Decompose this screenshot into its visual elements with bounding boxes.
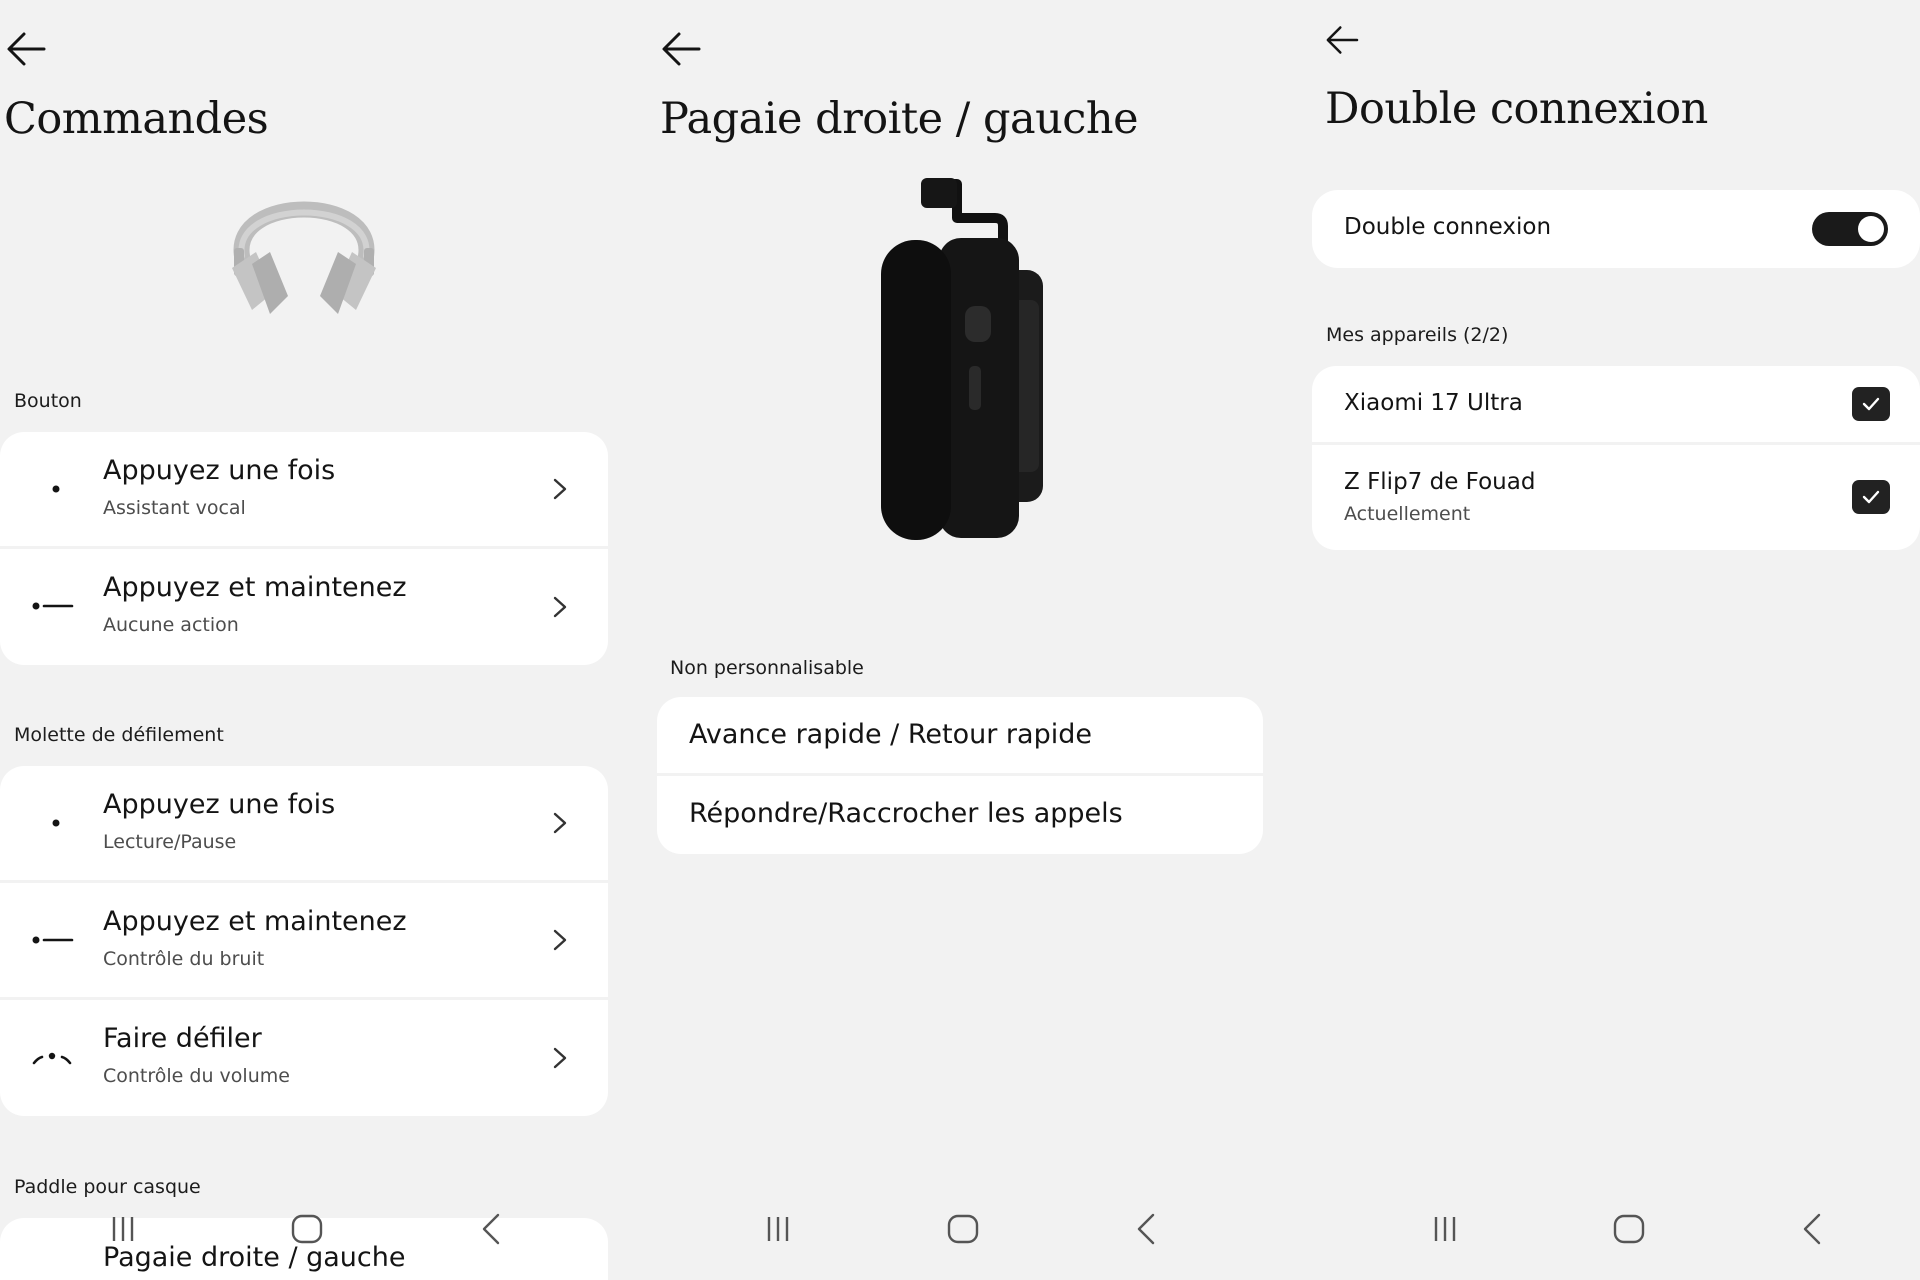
device-name: Xiaomi 17 Ultra (1344, 390, 1523, 416)
device-row[interactable]: Z Flip7 de Fouad Actuellement (1312, 445, 1920, 550)
row-title: Avance rapide / Retour rapide (689, 719, 1092, 750)
recent-apps-icon (767, 1217, 789, 1241)
press-and-hold-gesture-icon (28, 591, 76, 621)
recent-apps-icon (1434, 1217, 1456, 1241)
single-tap-gesture-icon (28, 474, 76, 504)
home-icon (947, 1214, 979, 1244)
row-subtitle: Contrôle du bruit (103, 948, 265, 970)
arrow-left-icon (1326, 26, 1359, 54)
home-icon (1613, 1214, 1645, 1244)
page-title: Commandes (4, 94, 269, 144)
back-button[interactable] (657, 25, 705, 73)
device-status: Actuellement (1344, 503, 1471, 525)
page-title: Pagaie droite / gauche (660, 94, 1139, 144)
system-nav-bar (0, 1212, 640, 1262)
double-connexion-switch[interactable] (1812, 212, 1888, 246)
back-nav-icon (1803, 1213, 1821, 1245)
section-label-paddle: Paddle pour casque (14, 1176, 201, 1198)
paddle-action-row[interactable]: Avance rapide / Retour rapide (657, 697, 1263, 773)
arrow-left-icon (7, 32, 46, 66)
control-row-molette-single-tap[interactable]: Appuyez une fois Lecture/Pause (0, 766, 608, 880)
paddle-action-row[interactable]: Répondre/Raccrocher les appels (657, 776, 1263, 854)
checkmark-icon (1862, 490, 1880, 504)
control-row-bouton-press-hold[interactable]: Appuyez et maintenez Aucune action (0, 549, 608, 665)
commandes-screen: Commandes Bouton Appuyez une fois Assist… (0, 0, 640, 1280)
system-nav-bar (657, 1212, 1297, 1262)
recent-apps-button[interactable] (98, 1204, 148, 1254)
section-label-molette: Molette de défilement (14, 724, 224, 746)
double-connexion-screen: Double connexion Double connexion Mes ap… (1312, 0, 1920, 1280)
toggle-label: Double connexion (1344, 214, 1552, 240)
chevron-right-icon (548, 808, 572, 838)
section-label-mes-appareils: Mes appareils (2/2) (1326, 324, 1509, 346)
row-subtitle: Assistant vocal (103, 497, 246, 519)
back-nav-icon (482, 1213, 500, 1245)
device-checkbox[interactable] (1852, 480, 1890, 514)
arrow-left-icon (662, 32, 701, 66)
chevron-right-icon (548, 1043, 572, 1073)
checkmark-icon (1862, 397, 1880, 411)
scroll-gesture-icon (28, 1042, 76, 1072)
home-button[interactable] (1604, 1204, 1654, 1254)
row-subtitle: Aucune action (103, 614, 239, 636)
home-button[interactable] (938, 1204, 988, 1254)
row-title: Répondre/Raccrocher les appels (689, 798, 1123, 829)
double-connexion-toggle-row[interactable]: Double connexion (1312, 190, 1920, 268)
row-subtitle: Lecture/Pause (103, 831, 237, 853)
headphone-side-illustration (881, 178, 1043, 540)
recent-apps-button[interactable] (753, 1204, 803, 1254)
back-nav-button[interactable] (1122, 1204, 1172, 1254)
back-nav-button[interactable] (467, 1204, 517, 1254)
back-nav-button[interactable] (1788, 1204, 1838, 1254)
page-title: Double connexion (1325, 84, 1708, 134)
back-nav-icon (1137, 1213, 1155, 1245)
back-button[interactable] (2, 25, 50, 73)
pagaie-screen: Pagaie droite / gauche Non personnalisab… (657, 0, 1297, 1280)
single-tap-gesture-icon (28, 808, 76, 838)
row-title: Faire défiler (103, 1023, 262, 1054)
row-title: Appuyez et maintenez (103, 572, 407, 603)
home-button[interactable] (282, 1204, 332, 1254)
recent-apps-icon (112, 1217, 134, 1241)
switch-knob (1858, 216, 1884, 242)
row-subtitle: Contrôle du volume (103, 1065, 290, 1087)
recent-apps-button[interactable] (1420, 1204, 1470, 1254)
device-checkbox[interactable] (1852, 387, 1890, 421)
chevron-right-icon (548, 474, 572, 504)
row-title: Appuyez une fois (103, 455, 336, 486)
device-name: Z Flip7 de Fouad (1344, 469, 1536, 495)
section-label-bouton: Bouton (14, 390, 82, 412)
back-button[interactable] (1322, 20, 1362, 60)
control-row-molette-scroll[interactable]: Faire défiler Contrôle du volume (0, 1000, 608, 1116)
home-icon (291, 1214, 323, 1244)
chevron-right-icon (548, 925, 572, 955)
device-row[interactable]: Xiaomi 17 Ultra (1312, 366, 1920, 442)
row-title: Appuyez une fois (103, 789, 336, 820)
press-and-hold-gesture-icon (28, 925, 76, 955)
row-title: Appuyez et maintenez (103, 906, 407, 937)
section-label-non-personnalisable: Non personnalisable (670, 657, 864, 679)
headphones-illustration (232, 201, 376, 314)
control-row-molette-press-hold[interactable]: Appuyez et maintenez Contrôle du bruit (0, 883, 608, 997)
control-row-bouton-single-tap[interactable]: Appuyez une fois Assistant vocal (0, 432, 608, 546)
system-nav-bar (1312, 1212, 1920, 1262)
chevron-right-icon (548, 592, 572, 622)
